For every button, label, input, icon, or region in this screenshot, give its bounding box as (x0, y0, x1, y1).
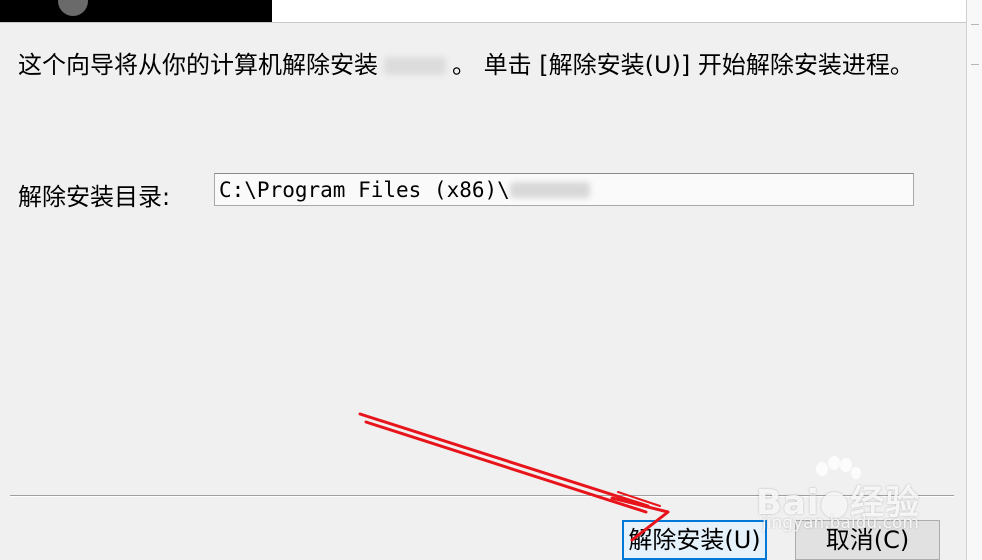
window-edge (966, 0, 982, 560)
edge-mark (971, 64, 979, 65)
paw-icon (816, 456, 861, 479)
redacted-path-segment (509, 182, 590, 198)
header-banner-image (0, 0, 272, 22)
red-arrow-annotation (358, 412, 670, 542)
intro-text-after: 。 单击 [解除安装(U)] 开始解除安装进程。 (452, 51, 914, 79)
footer-separator (10, 495, 954, 497)
uninstall-button[interactable]: 解除安装(U) (622, 520, 767, 560)
directory-path-text: C:\Program Files (x86)\ (219, 178, 510, 202)
redacted-app-name (384, 57, 446, 75)
edge-mark (971, 24, 979, 25)
intro-text-before: 这个向导将从你的计算机解除安装 (18, 51, 378, 79)
app-logo-icon (58, 0, 88, 16)
watermark-brand: Bai●经验 (756, 483, 921, 523)
cancel-button[interactable]: 取消(C) (795, 520, 940, 560)
uninstall-directory-label: 解除安装目录: (18, 183, 171, 211)
uninstall-directory-field[interactable]: C:\Program Files (x86)\ (214, 173, 914, 206)
wizard-header (0, 0, 966, 23)
intro-message: 这个向导将从你的计算机解除安装 。 单击 [解除安装(U)] 开始解除安装进程。 (18, 52, 918, 78)
uninstall-wizard-window: 这个向导将从你的计算机解除安装。 单击 [解除安装(U)] 开始解除安装进程。 … (0, 0, 982, 560)
